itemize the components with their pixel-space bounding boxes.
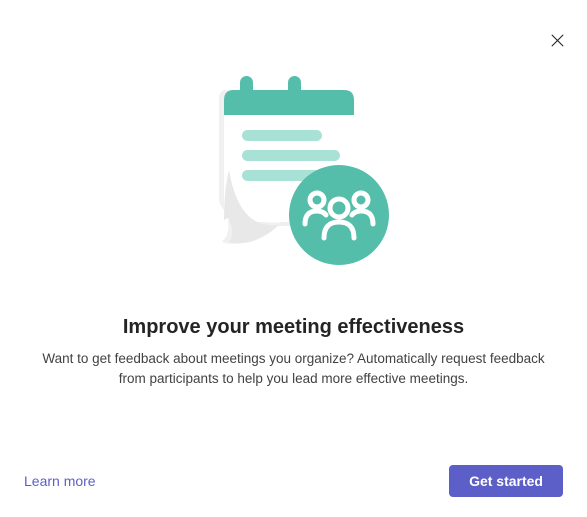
dialog-description: Want to get feedback about meetings you … — [34, 349, 554, 388]
dialog-content: Improve your meeting effectiveness Want … — [0, 0, 587, 517]
close-button[interactable] — [547, 30, 567, 50]
calendar-people-illustration — [184, 70, 404, 280]
dialog-footer: Learn more Get started — [24, 465, 563, 497]
close-icon — [551, 34, 564, 47]
learn-more-link[interactable]: Learn more — [24, 473, 96, 489]
get-started-button[interactable]: Get started — [449, 465, 563, 497]
dialog-title: Improve your meeting effectiveness — [123, 316, 464, 339]
